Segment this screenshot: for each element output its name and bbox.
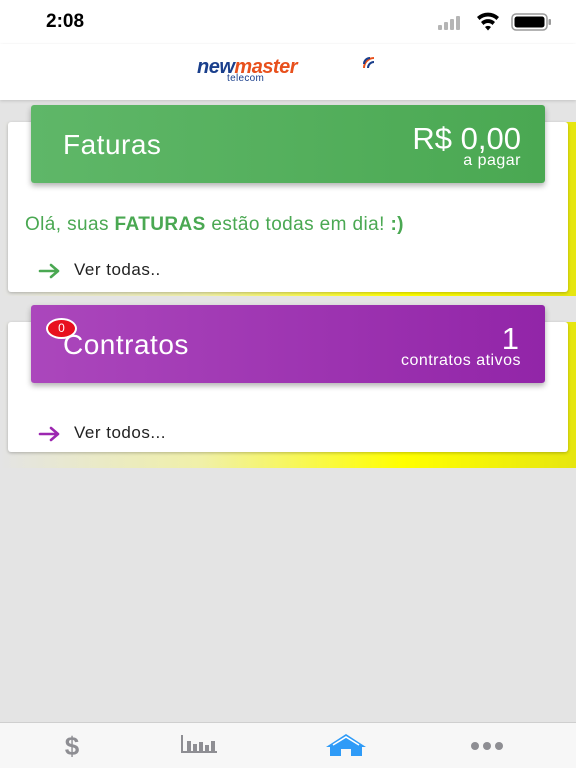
status-time: 2:08 <box>46 11 85 32</box>
newmaster-logo: newmaster telecom <box>197 56 383 86</box>
home-icon <box>326 734 366 756</box>
wifi-icon <box>477 12 499 31</box>
arrow-right-icon <box>38 263 60 278</box>
main-content: Faturas R$ 0,00 a pagar Olá, suas FATURA… <box>0 100 576 722</box>
status-icons <box>438 12 554 32</box>
tab-bar: $ <box>0 722 576 768</box>
faturas-status-message: Olá, suas FATURAS estão todas em dia! :) <box>25 214 404 235</box>
more-icon <box>471 742 503 750</box>
tab-home[interactable] <box>274 723 418 768</box>
contratos-view-all-link[interactable]: Ver todos... <box>38 423 166 443</box>
faturas-banner[interactable]: Faturas R$ 0,00 a pagar <box>31 105 545 183</box>
tab-consumo[interactable] <box>127 723 271 768</box>
tab-faturas[interactable]: $ <box>0 723 144 768</box>
dollar-icon: $ <box>64 731 80 761</box>
status-bar: 2:08 <box>0 0 576 44</box>
faturas-title: Faturas <box>63 129 162 160</box>
bar-chart-icon <box>181 735 217 753</box>
faturas-view-all-link[interactable]: Ver todas.. <box>38 260 161 280</box>
faturas-amount-label: a pagar <box>463 152 521 169</box>
wireless-waves-icon <box>363 57 375 69</box>
contratos-banner[interactable]: 0 Contratos 1 contratos ativos <box>31 305 545 383</box>
contratos-title: Contratos <box>63 329 189 360</box>
arrow-right-icon <box>38 426 60 441</box>
app-header: newmaster telecom <box>0 44 576 100</box>
battery-icon <box>511 13 551 31</box>
contratos-count-label: contratos ativos <box>400 352 521 369</box>
logo-subtitle: telecom <box>227 73 265 84</box>
signal-icon <box>438 16 460 30</box>
tab-more[interactable] <box>415 723 559 768</box>
